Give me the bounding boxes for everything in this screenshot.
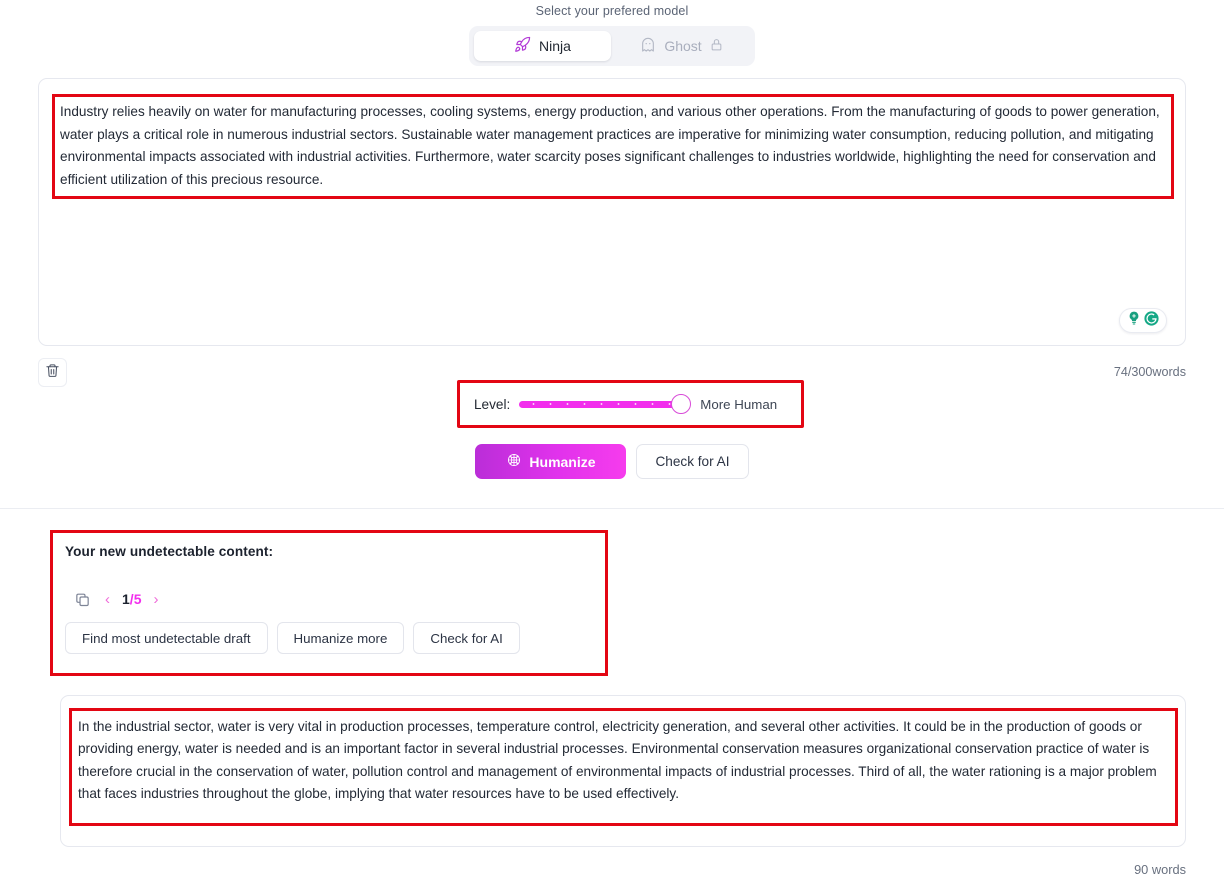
section-divider	[0, 508, 1224, 509]
model-tab-ghost-label: Ghost	[664, 38, 702, 54]
clear-input-button[interactable]	[38, 358, 67, 387]
level-slider-track[interactable]	[519, 400, 680, 408]
level-control: Level: More Human	[460, 383, 801, 425]
level-slider-caption: More Human	[700, 396, 778, 412]
output-card: In the industrial sector, water is very …	[60, 695, 1186, 847]
level-slider[interactable]	[519, 394, 692, 414]
brain-icon	[506, 452, 522, 471]
lightbulb-plus-icon	[1126, 310, 1142, 331]
pager-current: 1	[122, 591, 130, 607]
rocket-icon	[514, 36, 531, 56]
level-label: Level:	[474, 396, 511, 412]
level-annotation-box: Level: More Human	[457, 380, 804, 428]
results-button-row: Find most undetectable draft Humanize mo…	[65, 622, 593, 654]
results-check-for-ai-button[interactable]: Check for AI	[413, 622, 520, 654]
results-panel: Your new undetectable content: ‹ 1/5 › F…	[53, 533, 605, 673]
ghost-icon	[640, 37, 656, 56]
model-tab-ninja[interactable]: Ninja	[474, 31, 611, 61]
pager-total: 5	[133, 591, 142, 607]
grammarly-widget[interactable]	[1119, 308, 1167, 333]
model-toggle-group: Ninja Ghost	[469, 26, 755, 66]
humanize-button[interactable]: Humanize	[475, 444, 627, 479]
output-textarea[interactable]: In the industrial sector, water is very …	[78, 716, 1172, 805]
input-textarea[interactable]: Industry relies heavily on water for man…	[60, 101, 1170, 191]
action-button-row: Humanize Check for AI	[0, 444, 1224, 479]
find-most-undetectable-draft-button[interactable]: Find most undetectable draft	[65, 622, 268, 654]
grammarly-g-icon	[1143, 310, 1160, 332]
input-card: Industry relies heavily on water for man…	[38, 78, 1186, 346]
humanizer-page: Select your prefered model Ninja Ghost I…	[0, 0, 1224, 889]
pager-position: 1/5	[122, 591, 141, 607]
copy-icon[interactable]	[71, 588, 93, 610]
check-for-ai-button[interactable]: Check for AI	[636, 444, 749, 479]
results-title: Your new undetectable content:	[65, 544, 274, 559]
pager-prev-button[interactable]: ‹	[103, 591, 112, 608]
model-tab-ghost[interactable]: Ghost	[613, 31, 750, 61]
input-annotation-box: Industry relies heavily on water for man…	[52, 94, 1174, 199]
results-annotation-box: Your new undetectable content: ‹ 1/5 › F…	[50, 530, 608, 676]
pager-next-button[interactable]: ›	[151, 591, 160, 608]
lock-icon	[710, 38, 723, 54]
trash-icon	[45, 363, 60, 383]
humanize-more-button[interactable]: Humanize more	[276, 622, 405, 654]
humanize-button-label: Humanize	[529, 453, 596, 470]
input-word-count: 74/300words	[1113, 365, 1186, 379]
draft-pager: ‹ 1/5 ›	[65, 588, 593, 610]
level-slider-thumb[interactable]	[671, 394, 692, 414]
model-selector-heading: Select your prefered model	[535, 4, 689, 18]
output-annotation-box: In the industrial sector, water is very …	[69, 708, 1178, 826]
output-word-count: 90 words	[1134, 862, 1186, 877]
model-tab-ninja-label: Ninja	[539, 38, 571, 54]
